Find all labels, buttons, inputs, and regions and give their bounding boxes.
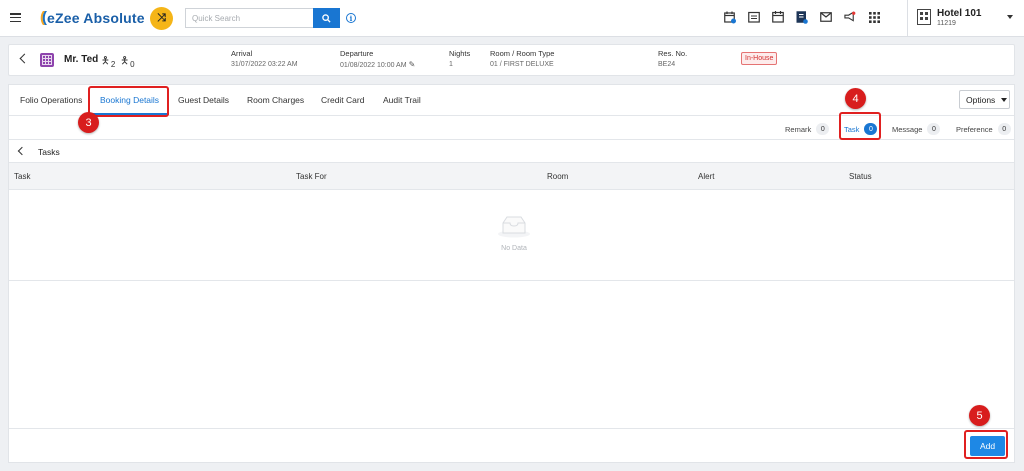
subtab-remark-label: Remark [785, 124, 812, 134]
hotel-name[interactable]: Hotel 101 [937, 8, 981, 19]
options-label: Options [966, 94, 996, 105]
quick-search-input[interactable] [185, 8, 313, 28]
column-task-for[interactable]: Task For [296, 172, 327, 181]
calendar-icon[interactable] [772, 10, 784, 24]
divider [907, 0, 908, 37]
adult-count: 2 [110, 60, 116, 69]
options-dropdown[interactable]: Options [959, 90, 1010, 109]
column-room[interactable]: Room [547, 172, 568, 181]
top-bar: (( eZee Absolute ⤨ i Hotel 101 11219 [0, 0, 1024, 37]
announcement-icon[interactable] [844, 10, 856, 24]
remark-count: 0 [816, 123, 830, 135]
room-label: Room / Room Type [490, 49, 555, 58]
section-title: Tasks [38, 147, 60, 157]
apps-grid-icon[interactable] [868, 10, 880, 24]
logo-icon: (( [40, 9, 47, 26]
occupancy: 🯅 2 🯅 0 [101, 54, 140, 71]
child-count: 0 [130, 60, 135, 69]
back-icon[interactable] [17, 146, 27, 156]
room-icon [40, 53, 54, 67]
departure-label: Departure [340, 49, 374, 58]
tab-guest-details[interactable]: Guest Details [178, 95, 229, 105]
shuffle-icon[interactable]: ⤨ [150, 7, 173, 30]
hotel-dropdown-icon[interactable] [1007, 15, 1013, 19]
search-button[interactable] [313, 8, 340, 28]
departure-field: Departure 01/08/2022 10:00 AM ✎ [340, 49, 415, 71]
chevron-down-icon [1001, 97, 1008, 102]
guest-info-bar: Mr. Ted 🯅 2 🯅 0 Arrival 31/07/2022 03:22… [8, 44, 1015, 76]
nights-label: Nights [449, 49, 471, 58]
hotel-building-icon [917, 9, 931, 25]
highlight-task-tab [839, 112, 881, 140]
step-marker-3: 3 [78, 112, 99, 133]
mail-icon[interactable] [820, 10, 832, 24]
menu-icon[interactable] [10, 13, 21, 22]
nights-value: 1 [449, 61, 453, 68]
arrival-field: Arrival 31/07/2022 03:22 AM [231, 49, 298, 70]
divider [9, 280, 1014, 281]
status-badge: In-House [741, 52, 778, 65]
report-icon[interactable] [796, 10, 808, 24]
subtab-preference-label: Preference [956, 124, 993, 134]
subtab-message-label: Message [892, 124, 923, 134]
nights-field: Nights 1 [449, 49, 470, 70]
adult-icon: 🯅 [101, 56, 110, 67]
reservation-number: BE24 [658, 61, 676, 68]
tab-room-charges[interactable]: Room Charges [247, 95, 304, 105]
departure-value: 01/08/2022 10:00 AM [340, 62, 407, 69]
calendar-alert-icon[interactable] [724, 10, 736, 24]
step-marker-5: 5 [969, 405, 990, 426]
room-value: 01 / FIRST DELUXE [490, 61, 554, 68]
child-icon: 🯅 [120, 56, 130, 67]
empty-inbox-icon [498, 216, 530, 238]
message-count: 0 [927, 123, 941, 135]
subtab-remark[interactable]: Remark 0 [785, 123, 830, 135]
back-icon[interactable] [19, 53, 30, 64]
column-task[interactable]: Task [14, 172, 30, 181]
subtab-message[interactable]: Message 0 [892, 123, 941, 135]
column-alert[interactable]: Alert [698, 172, 714, 181]
hotel-code: 11219 [937, 20, 956, 27]
subtab-preference[interactable]: Preference 0 [956, 123, 1011, 135]
reservation-label: Res. No. [658, 49, 688, 58]
calendar-list-icon[interactable] [748, 10, 760, 24]
tasks-header: Tasks [9, 141, 1014, 163]
tab-audit-trail[interactable]: Audit Trail [383, 95, 421, 105]
arrival-label: Arrival [231, 49, 253, 58]
reservation-field: Res. No. BE24 [658, 49, 687, 70]
room-field: Room / Room Type 01 / FIRST DELUXE [490, 49, 554, 70]
tab-folio-operations[interactable]: Folio Operations [20, 95, 82, 105]
edit-icon[interactable]: ✎ [409, 59, 416, 70]
tab-credit-card[interactable]: Credit Card [321, 95, 364, 105]
info-icon[interactable]: i [346, 13, 356, 23]
preference-count: 0 [997, 123, 1011, 135]
logo-text: eZee Absolute [47, 9, 145, 26]
column-status[interactable]: Status [849, 172, 872, 181]
highlight-add-button [964, 430, 1008, 459]
guest-name[interactable]: Mr. Ted [64, 54, 98, 65]
table-header: Task Task For Room Alert Status [9, 163, 1014, 190]
empty-state-text: No Data [501, 245, 527, 252]
highlight-booking-details [88, 86, 169, 117]
app-logo[interactable]: (( eZee Absolute [40, 9, 145, 26]
arrival-value: 31/07/2022 03:22 AM [231, 61, 298, 68]
booking-panel: Folio Operations Booking Details Guest D… [8, 84, 1015, 463]
search-icon [322, 13, 331, 23]
divider [9, 428, 1014, 429]
step-marker-4: 4 [845, 88, 866, 109]
